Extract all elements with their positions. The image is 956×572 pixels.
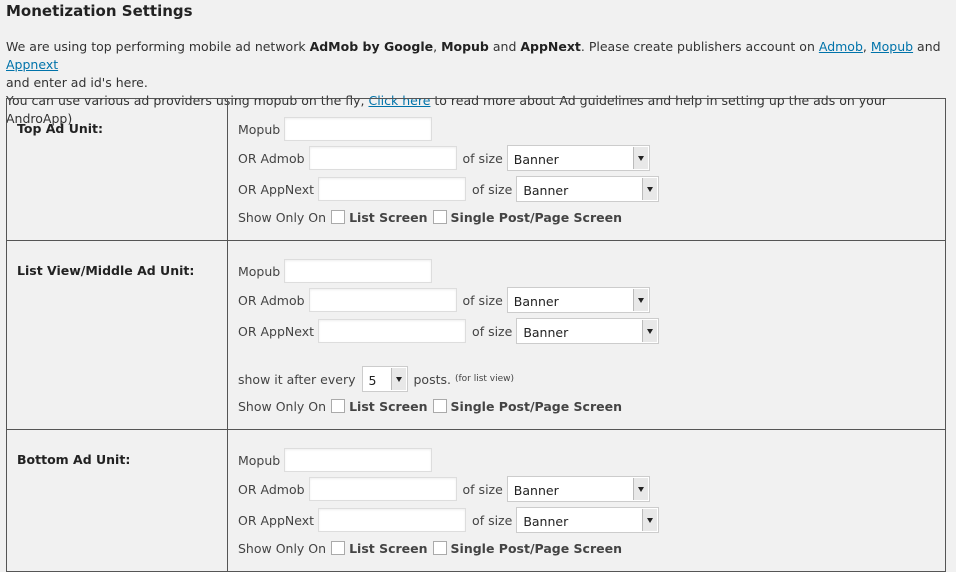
chevron-down-icon [632,478,648,500]
middle-list-screen-checkbox[interactable] [331,399,346,413]
bottom-admob-size-select[interactable]: Banner [506,476,650,502]
middle-admob-size-select[interactable]: Banner [506,287,650,313]
chevron-down-icon [642,320,658,342]
of-size-label: of size [472,181,513,197]
top-unit-fields: Mopub OR Admob of size Banner OR AppNext… [227,98,946,241]
mopub-label: Mopub [238,452,281,468]
single-post-label: Single Post/Page Screen [450,398,622,414]
bottom-mopub-input[interactable] [284,448,433,472]
top-unit-label-cell: Top Ad Unit: [6,98,228,241]
admob-label: OR Admob [238,150,305,166]
mopub-link[interactable]: Mopub [871,39,913,54]
mopub-label: Mopub [238,263,281,279]
chevron-down-icon [390,368,406,390]
chevron-down-icon [642,509,658,531]
list-screen-label: List Screen [349,209,428,225]
of-size-label: of size [472,512,513,528]
admob-link[interactable]: Admob [819,39,863,54]
bottom-admob-input[interactable] [308,477,457,501]
top-admob-input[interactable] [308,146,457,170]
mopub-label: Mopub [238,121,281,137]
middle-single-post-checkbox[interactable] [432,399,447,413]
bottom-unit-label-cell: Bottom Ad Unit: [6,429,228,572]
top-admob-size-select[interactable]: Banner [506,145,650,171]
middle-admob-input[interactable] [308,288,457,312]
bottom-list-screen-checkbox[interactable] [331,541,346,555]
appnext-label: OR AppNext [238,512,315,528]
middle-unit-fields: Mopub OR Admob of size Banner OR AppNext… [227,240,946,430]
bottom-appnext-size-select[interactable]: Banner [516,507,660,533]
posts-interval-select[interactable]: 5 [361,366,408,392]
bottom-unit-label: Bottom Ad Unit: [17,452,131,467]
page-title: Monetization Settings [6,2,193,20]
admob-label: OR Admob [238,292,305,308]
of-size-label: of size [472,323,513,339]
of-size-label: of size [462,292,503,308]
middle-mopub-input[interactable] [284,259,433,283]
top-unit-label: Top Ad Unit: [17,121,104,136]
appnext-link[interactable]: Appnext [6,57,58,72]
top-list-screen-checkbox[interactable] [331,210,346,224]
list-screen-label: List Screen [349,540,428,556]
show-only-on-label: Show Only On [238,540,327,556]
show-only-on-label: Show Only On [238,398,327,414]
posts-label: posts. [413,371,451,387]
top-mopub-input[interactable] [284,117,433,141]
admob-label: OR Admob [238,481,305,497]
bottom-single-post-checkbox[interactable] [432,541,447,555]
appnext-label: OR AppNext [238,181,315,197]
middle-appnext-size-select[interactable]: Banner [516,318,660,344]
posts-note: (for list view) [454,374,515,384]
of-size-label: of size [462,150,503,166]
chevron-down-icon [632,289,648,311]
single-post-label: Single Post/Page Screen [450,540,622,556]
middle-unit-label: List View/Middle Ad Unit: [17,263,195,278]
bottom-appnext-input[interactable] [318,508,467,532]
of-size-label: of size [462,481,503,497]
appnext-label: OR AppNext [238,323,315,339]
top-single-post-checkbox[interactable] [432,210,447,224]
show-only-on-label: Show Only On [238,209,327,225]
bottom-unit-fields: Mopub OR Admob of size Banner OR AppNext… [227,429,946,572]
chevron-down-icon [642,178,658,200]
middle-appnext-input[interactable] [318,319,467,343]
single-post-label: Single Post/Page Screen [450,209,622,225]
list-screen-label: List Screen [349,398,428,414]
top-appnext-size-select[interactable]: Banner [516,176,660,202]
middle-unit-label-cell: List View/Middle Ad Unit: [6,240,228,430]
ad-units-table: Top Ad Unit: Mopub OR Admob of size Bann… [6,98,946,572]
show-after-label: show it after every [238,371,356,387]
top-appnext-input[interactable] [318,177,467,201]
chevron-down-icon [632,147,648,169]
